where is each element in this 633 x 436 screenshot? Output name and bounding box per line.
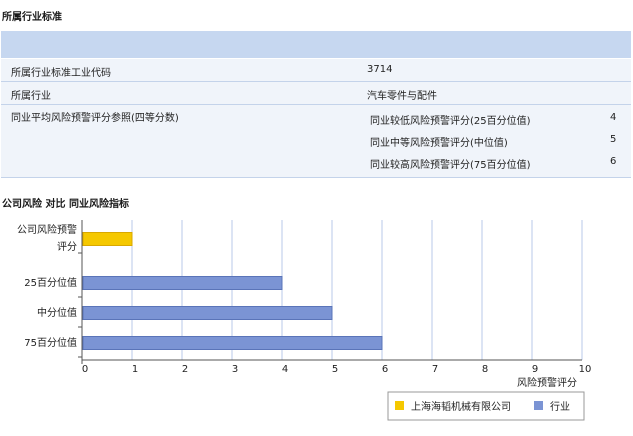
x-tick-label: 3 bbox=[232, 364, 238, 375]
category-label: 75百分位值 bbox=[24, 336, 77, 349]
x-tick-label: 4 bbox=[282, 364, 288, 375]
x-tick-label: 7 bbox=[432, 364, 438, 375]
section-title-industry: 所属行业标准 bbox=[2, 12, 62, 23]
bar-company bbox=[82, 232, 133, 246]
chart-tick-labels: 0 1 2 3 4 5 6 7 8 9 10 bbox=[82, 364, 592, 375]
x-tick-label: 1 bbox=[132, 364, 138, 375]
bar-industry bbox=[82, 306, 333, 320]
x-tick-label: 5 bbox=[332, 364, 338, 375]
bar-industry bbox=[82, 276, 283, 290]
table-header-band bbox=[1, 31, 631, 58]
category-label: 中分位值 bbox=[37, 306, 77, 319]
category-label: 公司风险预警 bbox=[17, 223, 77, 236]
x-tick-label: 0 bbox=[82, 364, 88, 375]
x-tick-label: 8 bbox=[482, 364, 488, 375]
peer-score-item-value: 6 bbox=[610, 156, 617, 167]
category-label: 25百分位值 bbox=[24, 276, 77, 289]
bar-industry bbox=[82, 336, 383, 350]
table-row: 所属行业 汽车零件与配件 bbox=[1, 82, 631, 104]
chart-category-labels: 公司风险预警评分 25百分位值中分位值 75百分位值 bbox=[17, 223, 77, 349]
peer-score-item-value: 5 bbox=[610, 134, 617, 145]
section-title-chart: 公司风险 对比 同业风险指标 bbox=[2, 199, 129, 210]
x-tick-label: 10 bbox=[579, 364, 592, 375]
peer-score-item-label: 同业中等风险预警评分(中位值) bbox=[370, 138, 508, 149]
peer-score-item-label: 同业较低风险预警评分(25百分位值) bbox=[370, 116, 531, 127]
row-label: 所属行业 bbox=[11, 91, 51, 102]
row-value: 汽车零件与配件 bbox=[367, 91, 437, 102]
table-row: 所属行业标准工业代码 3714 bbox=[1, 59, 631, 81]
risk-comparison-chart: 公司风险预警评分 25百分位值中分位值 75百分位值 0 1 2 3 4 5 6 7 8 9 10 风险… bbox=[17, 220, 592, 421]
chart-legend: 上海海韬机械有限公司 行业 bbox=[387, 391, 585, 421]
x-axis-label: 风险预警评分 bbox=[517, 376, 577, 389]
row-value: 3714 bbox=[367, 64, 393, 75]
legend-swatch-company bbox=[395, 401, 404, 410]
legend-label-company: 上海海韬机械有限公司 bbox=[411, 400, 511, 413]
x-tick-label: 6 bbox=[382, 364, 388, 375]
x-tick-label: 9 bbox=[532, 364, 538, 375]
x-tick-label: 2 bbox=[182, 364, 188, 375]
legend-swatch-industry bbox=[534, 401, 543, 410]
row-divider bbox=[1, 177, 631, 178]
legend-label-industry: 行业 bbox=[550, 400, 570, 413]
table-row-peer-scores: 同业平均风险预警评分参照(四等分数) 同业较低风险预警评分(25百分位值) 4 … bbox=[1, 105, 631, 177]
peer-score-item-label: 同业较高风险预警评分(75百分位值) bbox=[370, 160, 531, 171]
row-label: 所属行业标准工业代码 bbox=[11, 68, 111, 79]
peer-score-label: 同业平均风险预警评分参照(四等分数) bbox=[11, 113, 179, 124]
category-label: 评分 bbox=[57, 241, 77, 253]
peer-score-item-value: 4 bbox=[610, 112, 617, 123]
